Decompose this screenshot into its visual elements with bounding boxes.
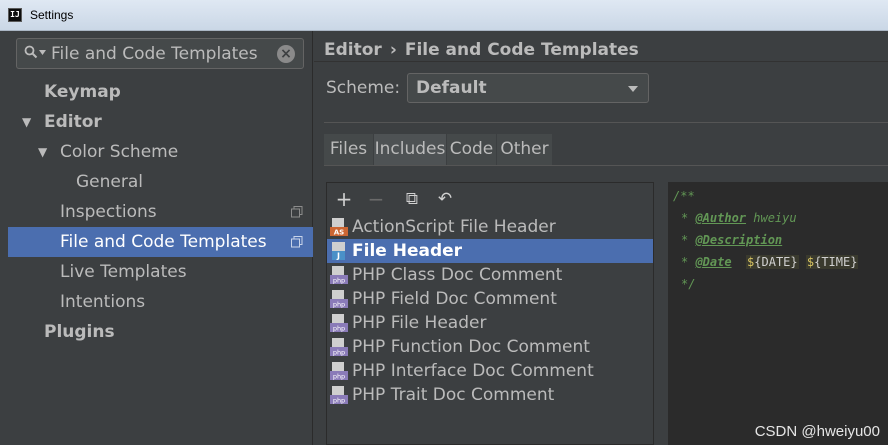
php-file-icon: php [330, 266, 348, 284]
code-line: */ [681, 277, 696, 291]
project-settings-icon [291, 206, 303, 218]
code-line: * @Author hweiyu [681, 211, 797, 225]
window-title: Settings [30, 8, 74, 22]
sidebar-item-file-and-code-templates[interactable]: File and Code Templates [8, 227, 313, 257]
date-tag: @Date [695, 255, 732, 269]
list-item[interactable]: php PHP Trait Doc Comment [327, 383, 653, 407]
list-item-label: PHP Field Doc Comment [352, 289, 557, 309]
code-line: /** [673, 189, 695, 203]
list-item-label: PHP File Header [352, 313, 487, 333]
title-bar: IJ Settings [0, 0, 888, 31]
sidebar-item-label: File and Code Templates [60, 232, 267, 252]
sidebar-item-live-templates[interactable]: Live Templates [8, 257, 313, 287]
scheme-label: Scheme: [326, 78, 401, 98]
search-options-chevron-icon[interactable] [39, 50, 46, 55]
scheme-selected-value: Default [416, 78, 487, 98]
expanded-arrow-icon[interactable]: ▼ [22, 107, 31, 137]
sidebar-item-intentions[interactable]: Intentions [8, 287, 313, 317]
list-item-label: PHP Trait Doc Comment [352, 385, 555, 405]
project-settings-icon [291, 236, 303, 248]
settings-main-panel: Editor › File and Code Templates Scheme: D… [314, 31, 888, 445]
intellij-app-icon: IJ [8, 8, 22, 22]
date-variable: ${DATE} [746, 255, 799, 269]
watermark: CSDN @hweiyu00 [754, 423, 880, 440]
list-item[interactable]: J File Header [327, 239, 653, 263]
breadcrumb: Editor › File and Code Templates [324, 40, 639, 60]
sidebar-item-label: Plugins [44, 322, 115, 342]
actionscript-file-icon: AS [330, 218, 348, 236]
expanded-arrow-icon[interactable]: ▼ [38, 137, 47, 167]
list-item-label: PHP Function Doc Comment [352, 337, 590, 357]
file-icon-label: J [336, 252, 340, 261]
file-icon-label: php [333, 349, 345, 357]
sidebar-item-editor[interactable]: ▼ Editor [8, 107, 313, 137]
list-item[interactable]: php PHP Class Doc Comment [327, 263, 653, 287]
author-tag: @Author [695, 211, 747, 225]
breadcrumb-current: File and Code Templates [404, 40, 639, 60]
tab-other[interactable]: Other [497, 134, 552, 165]
scheme-divider [324, 122, 888, 123]
breadcrumb-separator: › [389, 40, 397, 60]
list-item-label: PHP Interface Doc Comment [352, 361, 594, 381]
tabs-divider [324, 165, 888, 166]
sidebar-item-label: Keymap [44, 82, 121, 102]
settings-sidebar: × Keymap ▼ Editor ▼ Color Scheme General… [8, 31, 313, 445]
list-item-label: PHP Class Doc Comment [352, 265, 563, 285]
sidebar-item-color-scheme[interactable]: ▼ Color Scheme [8, 137, 313, 167]
list-item[interactable]: php PHP File Header [327, 311, 653, 335]
sidebar-item-label: Intentions [60, 292, 146, 312]
php-file-icon: php [330, 314, 348, 332]
time-variable: ${TIME} [805, 255, 859, 269]
scheme-dropdown[interactable]: Default [407, 73, 649, 103]
list-item-label: File Header [352, 241, 463, 261]
template-code-editor[interactable]: /** * @Author hweiyu * @Description * @D… [668, 182, 888, 445]
chevron-down-icon [628, 86, 638, 92]
clear-search-icon[interactable]: × [277, 45, 295, 63]
file-icon-label: php [333, 277, 345, 285]
file-icon-label: php [333, 397, 345, 405]
templates-toolbar: + − ⧉ ↶ [327, 183, 653, 215]
list-item-label: ActionScript File Header [352, 217, 556, 237]
header-divider [314, 61, 888, 62]
file-icon-label: php [333, 325, 345, 333]
sidebar-item-plugins[interactable]: Plugins [8, 317, 313, 347]
list-item[interactable]: php PHP Field Doc Comment [327, 287, 653, 311]
php-file-icon: php [330, 386, 348, 404]
sidebar-item-label: Color Scheme [60, 142, 179, 162]
sidebar-item-label: Live Templates [60, 262, 187, 282]
file-icon-label: php [333, 301, 345, 309]
sidebar-item-label: Inspections [60, 202, 157, 222]
search-icon [24, 45, 38, 59]
add-icon[interactable]: + [334, 189, 354, 209]
sidebar-item-keymap[interactable]: Keymap [8, 77, 313, 107]
php-file-icon: php [330, 338, 348, 356]
list-item[interactable]: php PHP Function Doc Comment [327, 335, 653, 359]
reset-icon[interactable]: ↶ [435, 189, 455, 209]
copy-icon[interactable]: ⧉ [402, 189, 422, 209]
remove-icon[interactable]: − [366, 189, 386, 209]
tab-files[interactable]: Files [324, 134, 373, 165]
tab-code[interactable]: Code [447, 134, 496, 165]
sidebar-item-inspections[interactable]: Inspections [8, 197, 313, 227]
php-file-icon: php [330, 290, 348, 308]
search-box[interactable]: × [16, 38, 304, 69]
sidebar-item-label: Editor [44, 112, 102, 132]
file-icon-label: AS [334, 229, 344, 237]
file-icon-label: php [333, 373, 345, 381]
java-file-icon: J [332, 242, 345, 261]
sidebar-item-general[interactable]: General [8, 167, 313, 197]
breadcrumb-root: Editor [324, 40, 382, 60]
templates-list-panel: + − ⧉ ↶ AS ActionScript File Header J Fi… [326, 182, 654, 445]
code-line: * @Date ${DATE} ${TIME} [681, 255, 859, 269]
sidebar-item-label: General [76, 172, 143, 192]
tab-includes[interactable]: Includes [374, 134, 446, 165]
search-input[interactable] [51, 43, 271, 65]
list-item[interactable]: AS ActionScript File Header [327, 215, 653, 239]
list-item[interactable]: php PHP Interface Doc Comment [327, 359, 653, 383]
code-line: * @Description [681, 233, 783, 247]
description-tag: @Description [695, 233, 783, 247]
php-file-icon: php [330, 362, 348, 380]
